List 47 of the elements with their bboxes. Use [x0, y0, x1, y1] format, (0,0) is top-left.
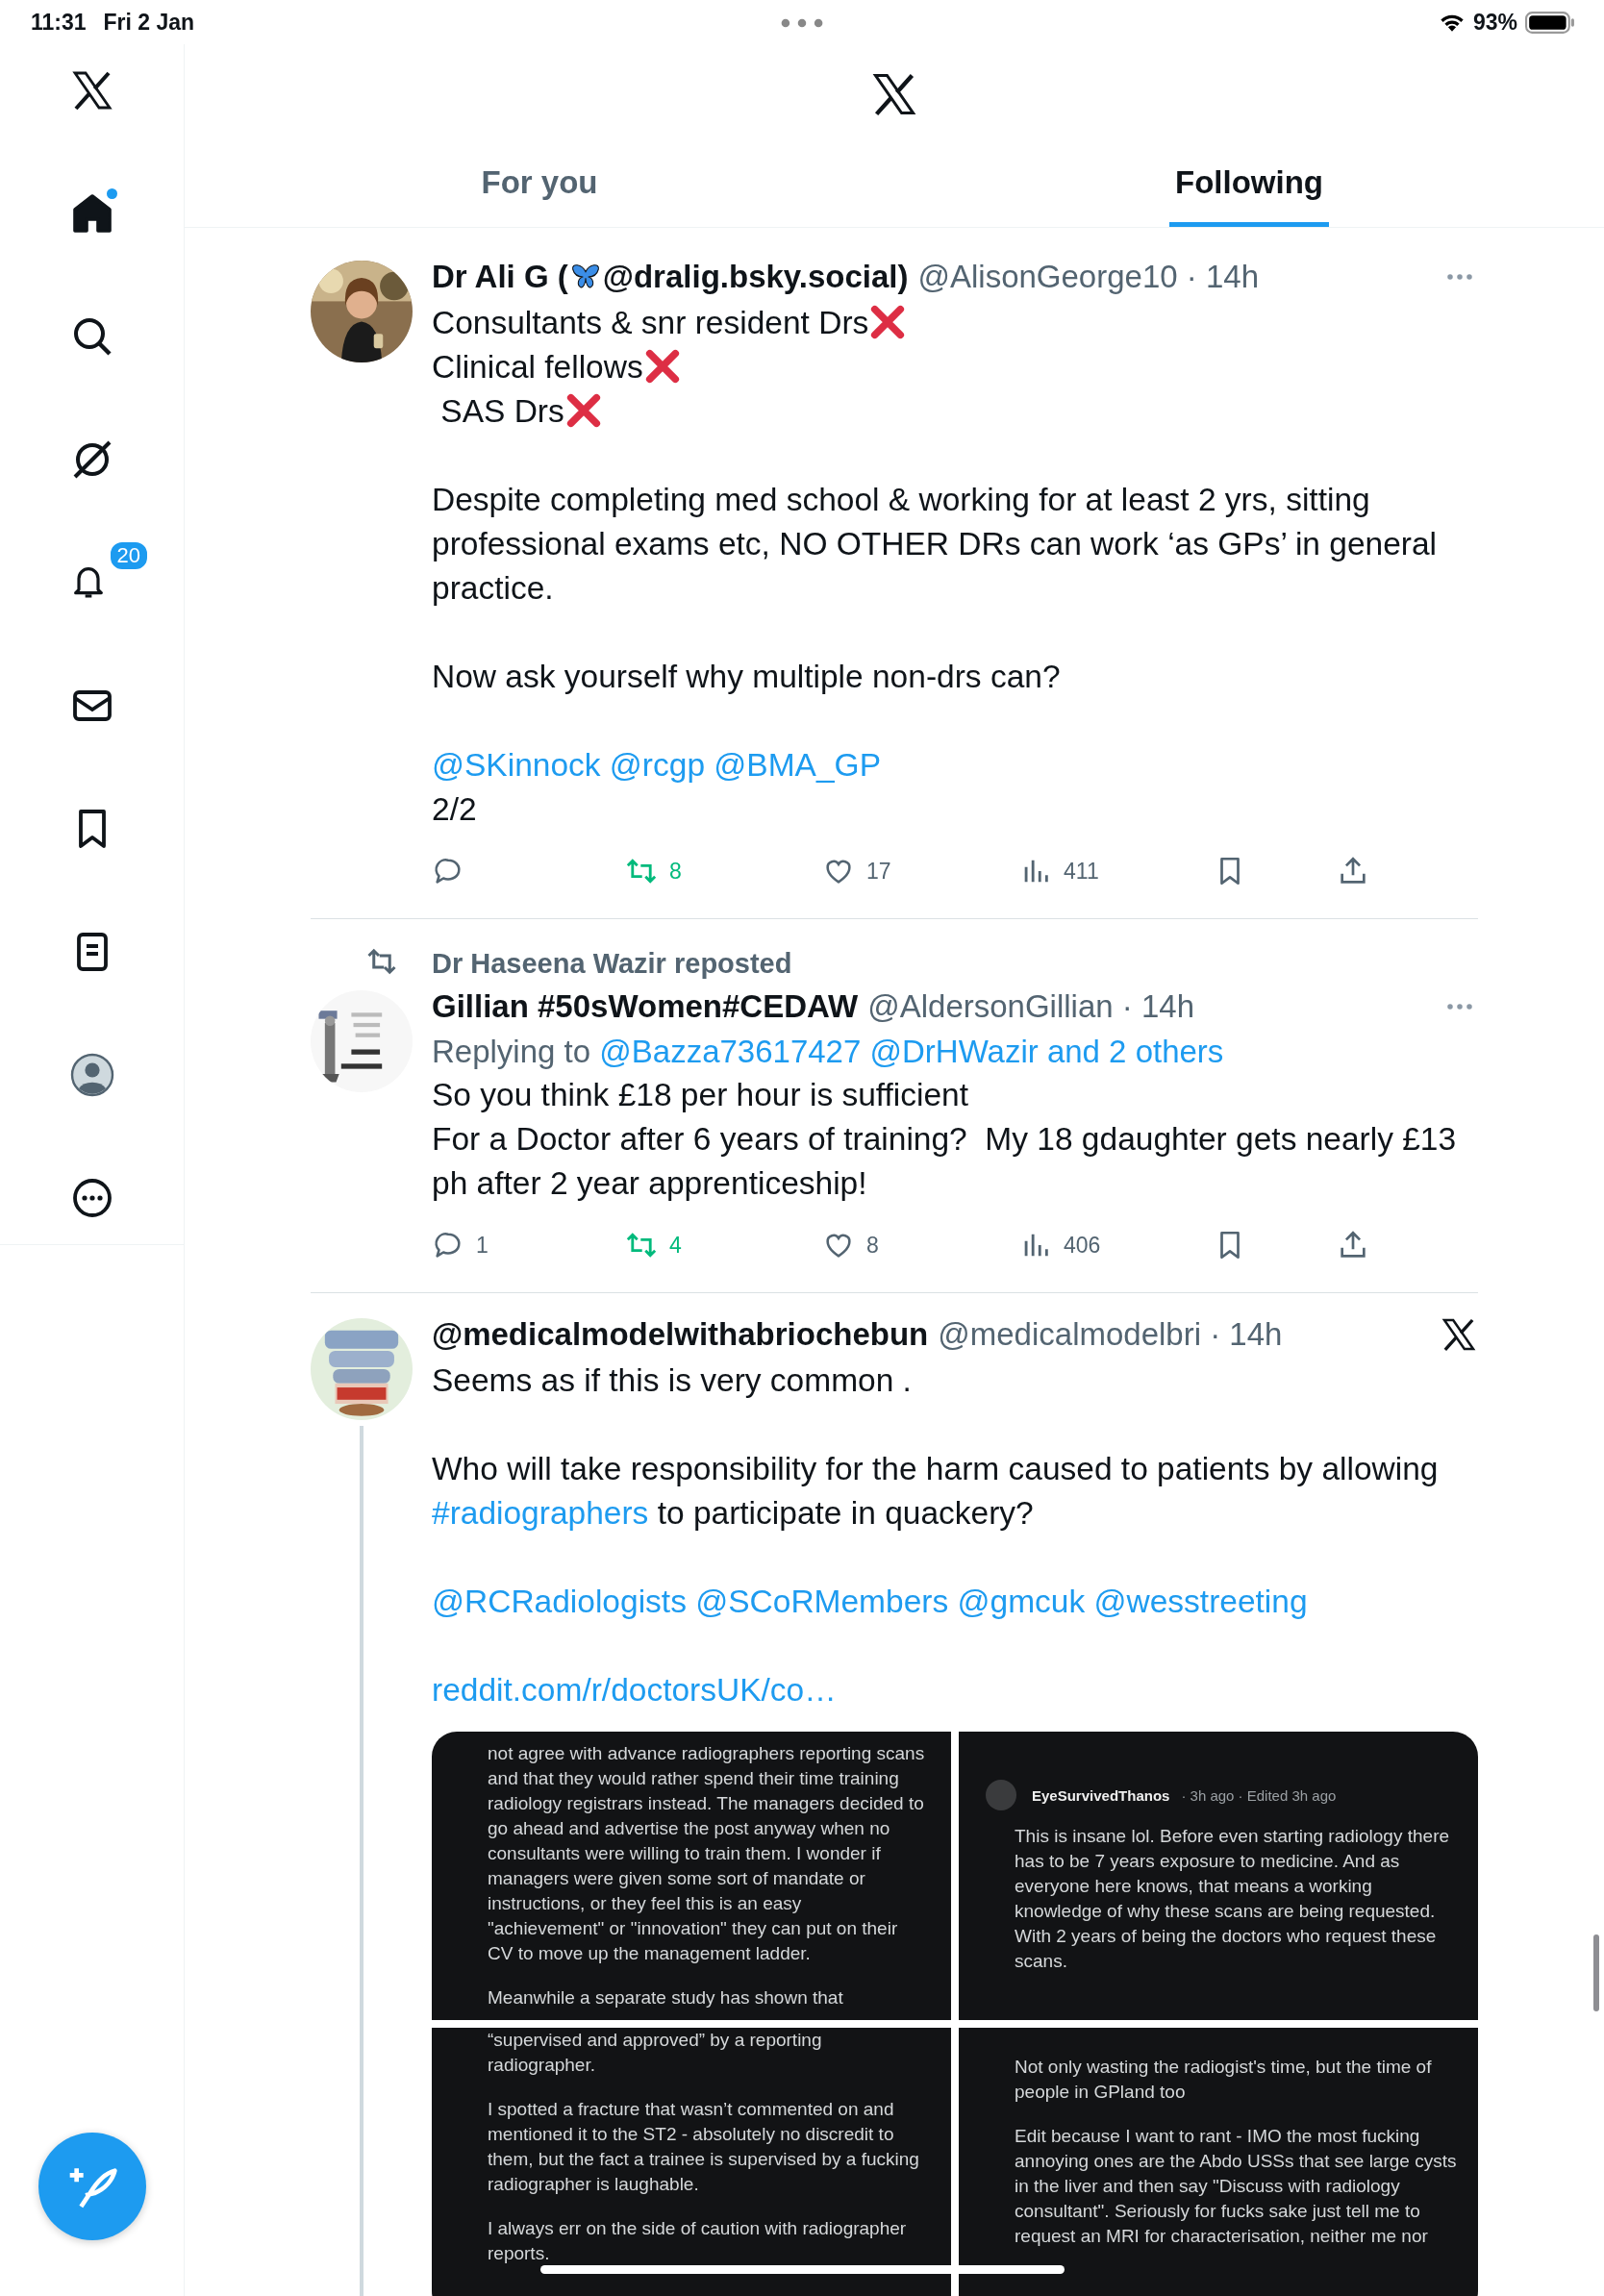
tweet-text: So you think £18 per hour is sufficient For a Doctor after 6 years of training? My 18 gdaughter gets nearly £13 ph after 2 year apprenticeship!	[432, 1076, 1458, 1203]
screenshot-text: Not only wasting the radiogist's time, but the time of people in GPland too	[1015, 2056, 1433, 2104]
screenshot-text: I always err on the side of caution with radiographer reports.	[488, 2217, 908, 2265]
handle-and-time[interactable]: @medicalmodelbri · 14h	[938, 1310, 1283, 1359]
display-name[interactable]: @medicalmodelwithabriochebun	[432, 1310, 929, 1359]
like-button[interactable]: 8	[822, 1225, 879, 1265]
tweet-text: Seems as if this is very common .	[432, 1361, 913, 1400]
handle-and-time[interactable]: @AlisonGeorge10 · 14h	[917, 253, 1259, 301]
screenshot-text: “supervised and approved” by a reporting radiographer.	[488, 2029, 823, 2077]
comment-author: EyeSurvivedThanos	[1032, 1786, 1170, 1804]
like-button[interactable]: 17	[822, 851, 891, 891]
repost-label[interactable]: Dr Haseena Wazir reposted	[432, 944, 1478, 983]
battery-icon	[1525, 11, 1575, 34]
screenshot-text: Meanwhile a separate study has shown that	[488, 1986, 844, 2009]
avatar-icon[interactable]	[68, 1052, 115, 1098]
reply-button[interactable]: 1	[432, 1225, 489, 1265]
screenshot-panel[interactable]	[959, 2028, 1478, 2296]
compose-button[interactable]	[38, 2133, 146, 2240]
screenshot-text: Edit because I want to rant - IMO the most fucking annoying ones are the Abdo USSs that see large cysts in the liver and then say "Discuss with radiology consultant". Seriously for fucks sake just tell me to request an MRI for characterisation, neither me nor	[1015, 2125, 1458, 2248]
battery-percent: 93%	[1472, 9, 1517, 36]
tweet-text: @SKinnock @rcgp @BMA_GP 2/2	[432, 746, 882, 829]
views-button[interactable]: 411	[1019, 851, 1099, 891]
status-time: 11:31	[31, 9, 87, 36]
comment-meta: · 3h ago · Edited 3h ago	[1181, 1786, 1337, 1804]
tweet-text: Who will take responsibility for the harm caused to patients by allowing #radiographers to participate in quackery?	[432, 1450, 1440, 1533]
feed-tab[interactable]: For you	[475, 147, 604, 227]
status-date: Fri 2 Jan	[103, 9, 195, 36]
tweet-text: Now ask yourself why multiple non-drs can?	[432, 658, 1062, 696]
handle-and-time[interactable]: @AldersonGillian · 14h	[867, 983, 1195, 1031]
butterfly-icon	[569, 263, 601, 290]
feed-tab[interactable]: Following	[1169, 147, 1329, 227]
notification-count: 20	[108, 540, 149, 571]
multitasking-icon[interactable]	[781, 18, 823, 28]
tweet-text: Despite completing med school & working for at least 2 yrs, sitting professional exams etc, NO OTHER DRs can work ‘as GPs’ in general practice.	[432, 481, 1439, 608]
screenshot-panel[interactable]	[959, 1732, 1478, 2020]
tweet-text: Consultants & snr resident Drs Clinical fellows SAS Drs	[432, 301, 1478, 434]
screenshot-panel[interactable]	[432, 2028, 951, 2296]
display-name[interactable]: Gillian #50sWomen#CEDAW	[432, 983, 859, 1031]
scrollbar[interactable]	[1593, 1934, 1599, 2011]
screenshot-text: I spotted a fracture that wasn’t commented on and mentioned it to the ST2 - absolutely no discredit to them, but the fact a trainee is supervised by a fucking radiographer is laughable.	[488, 2098, 920, 2196]
replying-to-text: Replying to @Bazza73617427 @DrHWazir and 2 others	[432, 1033, 1225, 1071]
screenshot-panel[interactable]	[432, 1732, 951, 2020]
screenshot-text: not agree with advance radiographers reporting scans and that they would rather spend their time training radiology registrars instead. The managers decided to go ahead and advertise the post anyway when no consultants were willing to train them. I wonder if managers were given some sort of mandate or instructions, or they feel this is an easy "achievement" or "innovation" they can put on their CV to move up the management ladder.	[488, 1742, 926, 1965]
display-name[interactable]: Dr Ali G ( @dralig.bsky.social)	[432, 253, 909, 301]
views-button[interactable]: 406	[1019, 1225, 1101, 1265]
avatar-icon	[986, 1780, 1016, 1810]
screenshot-text: This is insane lol. Before even starting radiology there has to be 7 years exposure to medicine. And as everyone here knows, that means a working knowledge of why these scans are being requested. With 2 years of being the doctors who request these scans.	[1015, 1825, 1451, 1973]
